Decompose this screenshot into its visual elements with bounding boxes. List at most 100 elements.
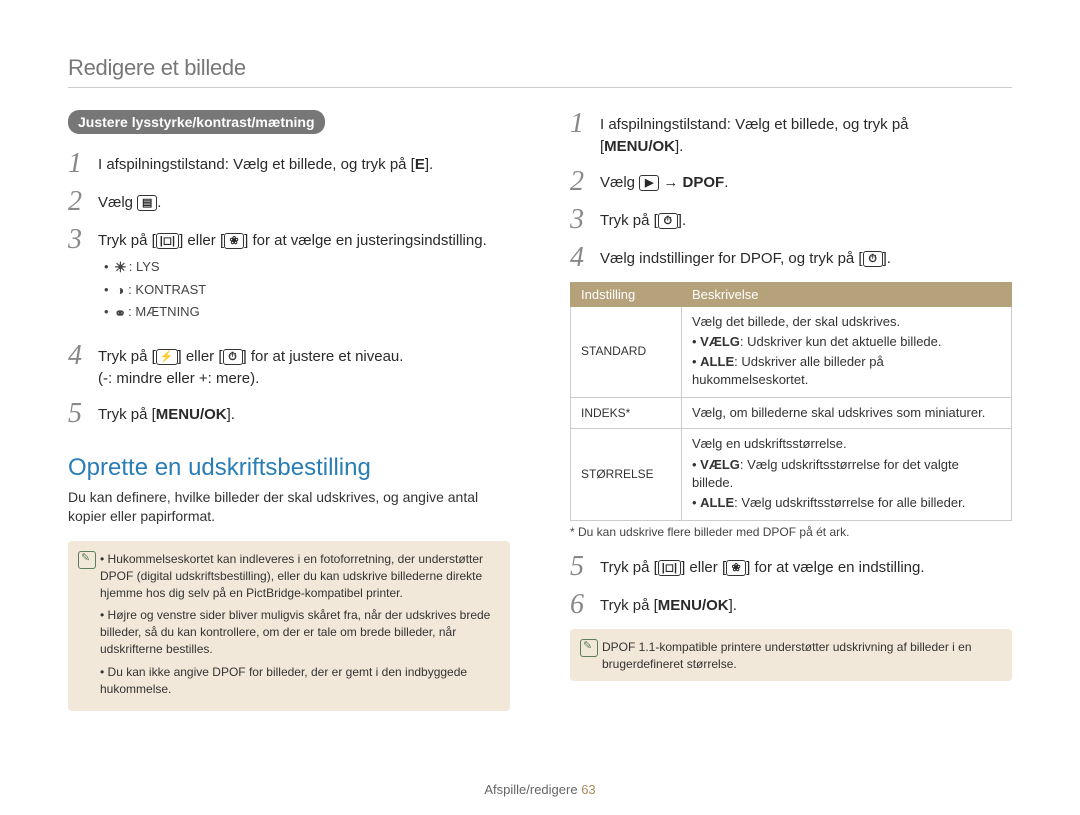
flash-icon: ⚡ xyxy=(156,349,178,365)
key-menu-ok: MENU/OK xyxy=(658,597,729,614)
timer-icon: ⏱ xyxy=(863,251,883,267)
step-text: ]. xyxy=(729,597,737,614)
step-text: Vælg xyxy=(98,194,137,211)
step-number: 5 xyxy=(570,553,600,581)
left-column: Justere lysstyrke/kontrast/mætning 1 I a… xyxy=(68,110,510,711)
step-text: . xyxy=(724,174,728,191)
setting-desc: Vælg, om billederne skal udskrives som m… xyxy=(682,398,1012,429)
sub-item: LYS xyxy=(136,259,160,274)
adjustment-list: ☀: LYS ◑: KONTRAST ⚭: MÆTNING xyxy=(98,258,487,323)
step-text: ] for at vælge en indstilling. xyxy=(746,559,924,576)
timer-icon: ⏱ xyxy=(658,213,678,229)
right-column: 1 I afspilningstilstand: Vælg et billede… xyxy=(570,110,1012,711)
info-box: DPOF 1.1-kompatible printere understøtte… xyxy=(570,629,1012,681)
step-2: 2 Vælg ▶ → DPOF. xyxy=(570,168,728,196)
info-item: Du kan ikke angive DPOF for billeder, de… xyxy=(100,664,498,698)
step-number: 3 xyxy=(570,206,600,234)
timer-icon: ⏱ xyxy=(223,349,243,365)
step-text: Tryk på [ xyxy=(98,232,156,249)
step-text: ]. xyxy=(675,138,683,155)
table-row: STANDARD Vælg det billede, der skal udsk… xyxy=(571,306,1012,398)
step-text: Vælg xyxy=(600,174,639,191)
step-number: 3 xyxy=(68,226,98,332)
table-footnote: * Du kan udskrive flere billeder med DPO… xyxy=(570,525,1012,539)
key-E: E xyxy=(415,156,425,173)
play-icon: ▶ xyxy=(639,175,659,191)
step-number: 2 xyxy=(68,188,98,216)
step-number: 6 xyxy=(570,591,600,619)
sub-item: MÆTNING xyxy=(135,304,199,319)
contrast-icon: ◑ xyxy=(112,283,128,297)
saturation-icon: ⚭ xyxy=(112,306,128,320)
setting-name: INDEKS* xyxy=(571,398,682,429)
setting-desc: Vælg en udskriftsstørrelse. VÆLG: Vælg u… xyxy=(682,429,1012,521)
step-3: 3 Tryk på [|◻|] eller [❀] for at vælge e… xyxy=(68,226,487,332)
page-number: 63 xyxy=(581,782,595,797)
step-text: (-: mindre eller +: mere). xyxy=(98,370,259,387)
page-title: Redigere et billede xyxy=(68,55,1012,88)
page-footer: Afspille/redigere 63 xyxy=(0,782,1080,797)
step-text: Tryk på [ xyxy=(600,559,658,576)
left-right-icon: |◻| xyxy=(156,233,179,249)
step-text: . xyxy=(157,194,161,211)
arrow: → xyxy=(663,174,678,191)
step-text: Tryk på [ xyxy=(600,597,658,614)
info-text: DPOF 1.1-kompatible printere understøtte… xyxy=(602,639,1000,673)
step-number: 1 xyxy=(68,150,98,178)
step-1: 1 I afspilningstilstand: Vælg et billede… xyxy=(570,110,909,158)
step-text: ] eller [ xyxy=(178,348,223,365)
step-number: 5 xyxy=(68,400,98,428)
table-row: INDEKS* Vælg, om billederne skal udskriv… xyxy=(571,398,1012,429)
setting-desc: Vælg det billede, der skal udskrives. VÆ… xyxy=(682,306,1012,398)
step-text: ] for at justere et niveau. xyxy=(243,348,404,365)
info-item: Hukommelseskortet kan indleveres i en fo… xyxy=(100,551,498,601)
dpof-table: Indstilling Beskrivelse STANDARD Vælg de… xyxy=(570,282,1012,522)
step-text: I afspilningstilstand: Vælg et billede, … xyxy=(600,116,909,133)
step-text: Tryk på [ xyxy=(600,212,658,229)
step-2: 2 Vælg ▤. xyxy=(68,188,161,216)
sub-item: KONTRAST xyxy=(135,282,206,297)
step-text: Tryk på [ xyxy=(98,406,156,423)
section-heading: Oprette en udskriftsbestilling xyxy=(68,454,510,482)
step-3: 3 Tryk på [⏱]. xyxy=(570,206,686,234)
brightness-icon: ☀ xyxy=(112,260,129,274)
section-intro: Du kan definere, hvilke billeder der ska… xyxy=(68,488,510,527)
step-number: 1 xyxy=(570,110,600,158)
step-text: ] eller [ xyxy=(179,232,224,249)
note-icon xyxy=(580,639,602,673)
step-number: 4 xyxy=(68,342,98,390)
step-6: 6 Tryk på [MENU/OK]. xyxy=(570,591,737,619)
step-text: ]. xyxy=(678,212,686,229)
step-1: 1 I afspilningstilstand: Vælg et billede… xyxy=(68,150,433,178)
subsection-pill: Justere lysstyrke/kontrast/mætning xyxy=(68,110,325,134)
table-row: STØRRELSE Vælg en udskriftsstørrelse. VÆ… xyxy=(571,429,1012,521)
step-4: 4 Vælg indstillinger for DPOF, og tryk p… xyxy=(570,244,891,272)
step-text: Tryk på [ xyxy=(98,348,156,365)
step-text: ]. xyxy=(883,250,891,267)
step-4: 4 Tryk på [⚡] eller [⏱] for at justere e… xyxy=(68,342,403,390)
key-menu-ok: MENU/OK xyxy=(604,138,675,155)
step-5: 5 Tryk på [|◻|] eller [❀] for at vælge e… xyxy=(570,553,925,581)
step-text: Vælg indstillinger for DPOF, og tryk på … xyxy=(600,250,863,267)
table-header: Indstilling xyxy=(571,282,682,306)
left-right-icon: |◻| xyxy=(658,560,681,576)
step-text: ]. xyxy=(425,156,433,173)
note-icon xyxy=(78,551,100,703)
step-5: 5 Tryk på [MENU/OK]. xyxy=(68,400,235,428)
macro-icon: ❀ xyxy=(224,233,244,249)
step-number: 2 xyxy=(570,168,600,196)
info-item: Højre og venstre sider bliver muligvis s… xyxy=(100,607,498,657)
step-number: 4 xyxy=(570,244,600,272)
setting-name: STANDARD xyxy=(571,306,682,398)
step-text: ]. xyxy=(227,406,235,423)
table-header: Beskrivelse xyxy=(682,282,1012,306)
macro-icon: ❀ xyxy=(726,560,746,576)
step-text: ] for at vælge en justeringsindstilling. xyxy=(244,232,487,249)
step-text: I afspilningstilstand: Vælg et billede, … xyxy=(98,156,415,173)
setting-name: STØRRELSE xyxy=(571,429,682,521)
step-text: ] eller [ xyxy=(681,559,726,576)
footer-section: Afspille/redigere xyxy=(484,782,577,797)
adjust-icon: ▤ xyxy=(137,195,157,211)
key-menu-ok: MENU/OK xyxy=(156,406,227,423)
dpof-label: DPOF xyxy=(683,174,725,191)
